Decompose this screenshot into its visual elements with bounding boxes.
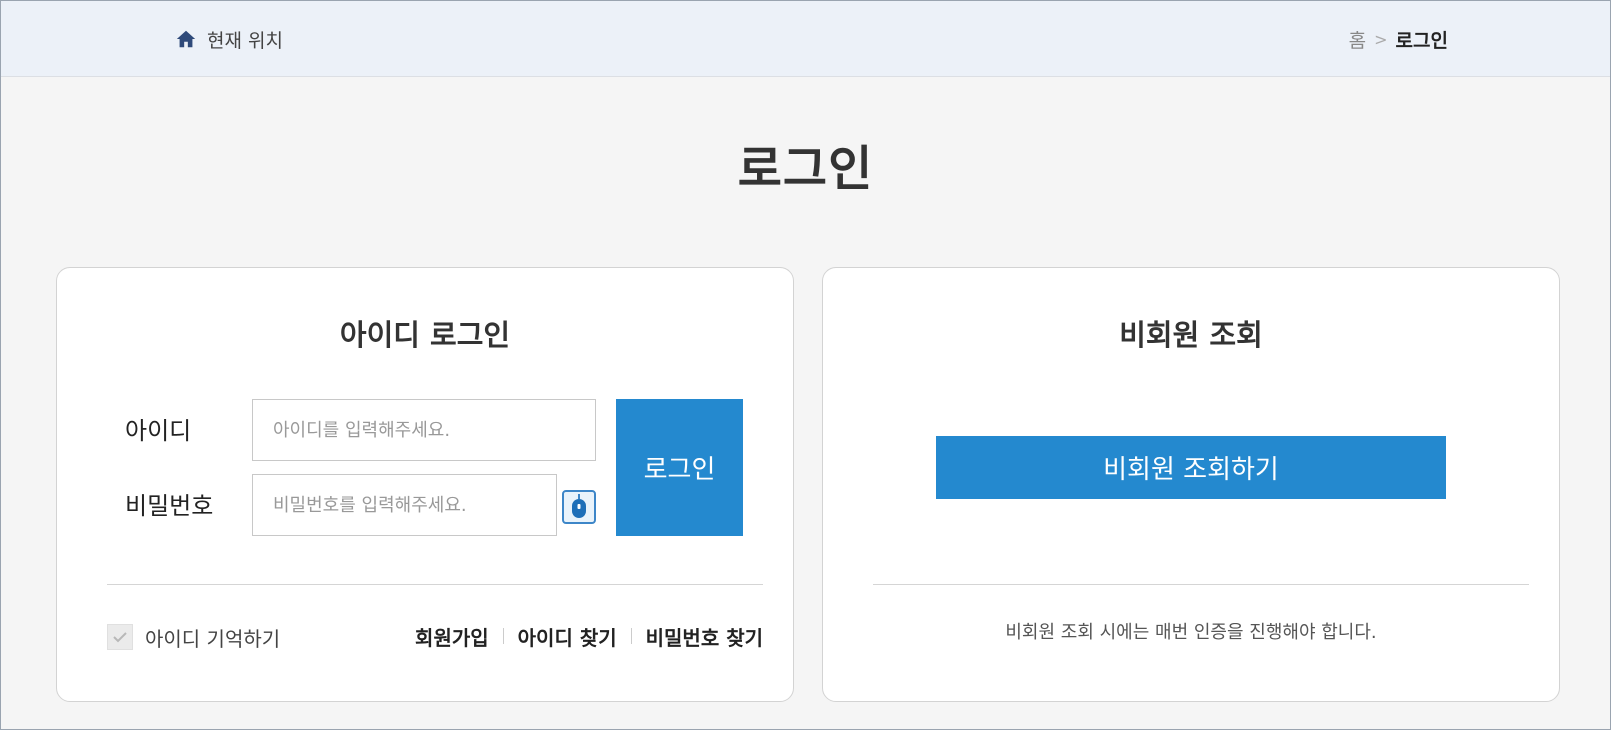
home-icon	[175, 28, 197, 50]
login-button[interactable]: 로그인	[616, 399, 743, 536]
find-id-link[interactable]: 아이디 찾기	[518, 622, 617, 651]
id-login-heading: 아이디 로그인	[339, 318, 511, 352]
id-login-panel: 아이디 로그인 아이디 비밀번호 로그인 아이디 기억하기	[56, 267, 794, 702]
password-label: 비밀번호	[125, 492, 214, 520]
virtual-input-button[interactable]	[562, 490, 596, 524]
mouse-icon	[569, 494, 589, 520]
breadcrumb-separator: >	[1374, 29, 1388, 49]
guest-lookup-panel: 비회원 조회 비회원 조회하기 비회원 조회 시에는 매번 인증을 진행해야 합…	[822, 267, 1560, 702]
link-separator	[630, 628, 632, 644]
location-indicator: 현재 위치	[175, 25, 283, 53]
remember-id-toggle[interactable]: 아이디 기억하기	[107, 623, 280, 651]
account-links: 회원가입 아이디 찾기 비밀번호 찾기	[415, 621, 763, 651]
guest-lookup-note: 비회원 조회 시에는 매번 인증을 진행해야 합니다.	[1005, 622, 1377, 643]
breadcrumb-home-link[interactable]: 홈	[1349, 26, 1366, 53]
page-title: 로그인	[737, 141, 874, 197]
link-separator	[502, 628, 504, 644]
divider	[873, 584, 1529, 585]
id-input[interactable]	[252, 399, 596, 461]
remember-id-label: 아이디 기억하기	[145, 626, 281, 651]
breadcrumb-current: 로그인	[1395, 29, 1448, 52]
check-icon	[113, 631, 127, 643]
guest-lookup-heading: 비회원 조회	[1119, 318, 1263, 352]
divider	[107, 584, 763, 585]
signup-link[interactable]: 회원가입	[415, 622, 489, 651]
breadcrumb-bar: 현재 위치 홈 > 로그인	[1, 1, 1610, 77]
password-input[interactable]	[252, 474, 557, 536]
breadcrumb: 홈 > 로그인	[1349, 25, 1448, 53]
login-page: 현재 위치 홈 > 로그인 로그인 아이디 로그인 아이디 비밀번호 로그인	[0, 0, 1611, 730]
id-label: 아이디	[125, 417, 192, 445]
find-password-link[interactable]: 비밀번호 찾기	[646, 622, 763, 651]
guest-lookup-button[interactable]: 비회원 조회하기	[936, 436, 1446, 499]
remember-id-checkbox[interactable]	[107, 624, 133, 650]
location-label: 현재 위치	[207, 29, 283, 52]
